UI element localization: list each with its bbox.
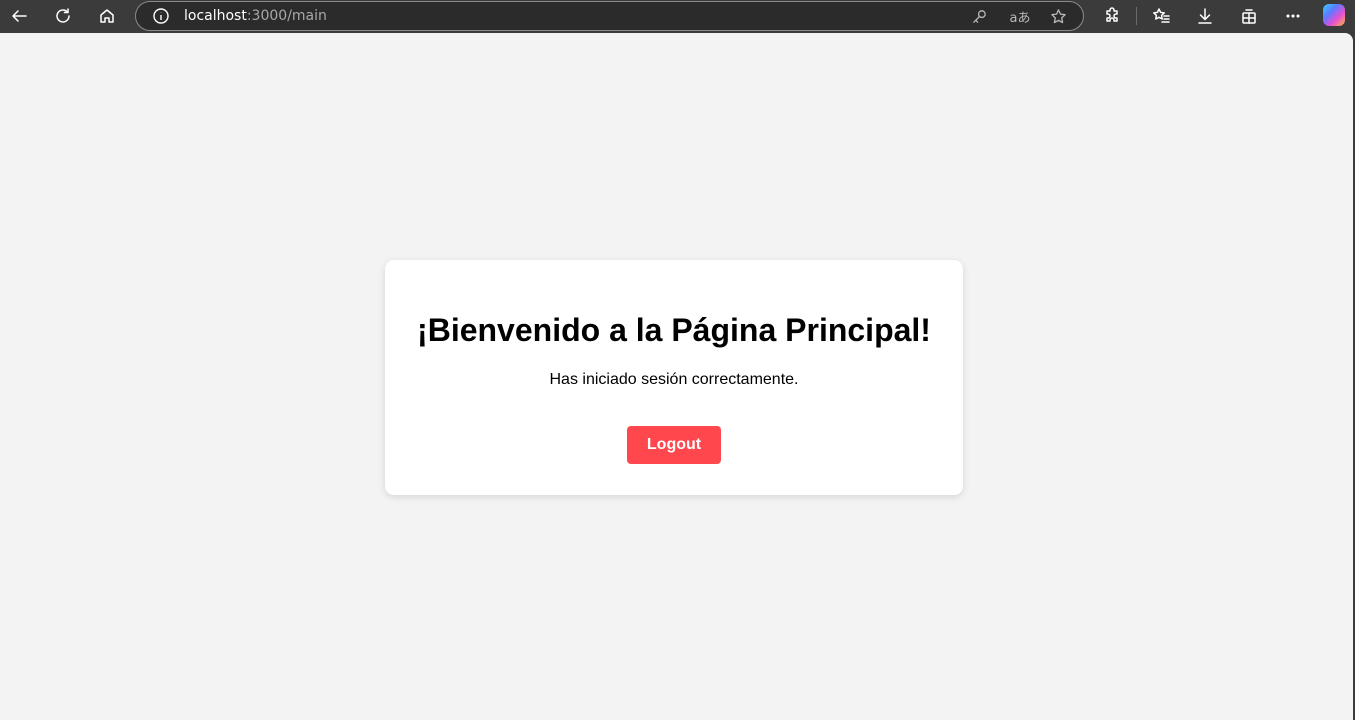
toolbar-separator <box>1136 7 1137 25</box>
extensions-button[interactable] <box>1097 2 1127 30</box>
refresh-button[interactable] <box>48 2 78 30</box>
site-info-button[interactable] <box>152 7 170 25</box>
collections-icon <box>1242 9 1256 24</box>
download-icon <box>1198 8 1212 24</box>
refresh-icon <box>56 8 70 23</box>
page-viewport: ¡Bienvenido a la Página Principal! Has i… <box>0 33 1353 720</box>
favorites-list-icon <box>1153 8 1170 23</box>
logout-button[interactable]: Logout <box>627 426 721 464</box>
address-bar[interactable]: localhost:3000/main aあ <box>135 1 1084 31</box>
extensions-icon <box>1106 7 1118 22</box>
back-button[interactable] <box>4 2 34 30</box>
browser-toolbar: localhost:3000/main aあ <box>0 0 1355 33</box>
home-icon <box>100 9 114 23</box>
translate-button[interactable]: aあ <box>1008 6 1032 26</box>
favorites-button[interactable] <box>1146 2 1176 30</box>
home-button[interactable] <box>92 2 122 30</box>
translate-icon: aあ <box>1009 10 1031 26</box>
url-path: :3000/main <box>246 8 327 24</box>
more-options-button[interactable] <box>1278 2 1308 30</box>
key-icon <box>972 9 986 23</box>
favorite-button[interactable] <box>1048 6 1068 26</box>
collections-button[interactable] <box>1234 2 1264 30</box>
welcome-card: ¡Bienvenido a la Página Principal! Has i… <box>385 260 963 495</box>
copilot-icon[interactable] <box>1323 4 1345 26</box>
back-arrow-icon <box>12 10 27 22</box>
url-host: localhost <box>184 8 247 24</box>
page-title: ¡Bienvenido a la Página Principal! <box>417 312 931 348</box>
downloads-button[interactable] <box>1190 2 1220 30</box>
password-button[interactable] <box>969 6 989 26</box>
url-text[interactable]: localhost:3000/main <box>184 8 327 24</box>
info-icon <box>153 8 169 24</box>
favorite-star-icon <box>1050 8 1066 23</box>
more-options-icon <box>1286 14 1300 18</box>
login-success-message: Has iniciado sesión correctamente. <box>549 371 799 388</box>
